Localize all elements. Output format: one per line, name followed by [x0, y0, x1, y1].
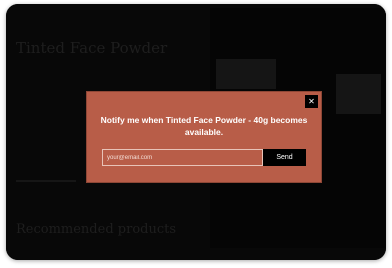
close-button[interactable]: ✕: [305, 95, 318, 108]
window-frame: Tinted Face Powder Recommended products …: [6, 4, 386, 260]
close-icon[interactable]: ✕: [308, 97, 315, 106]
email-field[interactable]: [102, 149, 263, 166]
background-divider: [16, 180, 76, 182]
send-button[interactable]: Send: [263, 149, 306, 166]
notify-modal: ✕ Notify me when Tinted Face Powder - 40…: [86, 91, 322, 183]
background-block: [336, 74, 381, 114]
background-block: [216, 59, 276, 89]
background-section-heading: Recommended products: [16, 222, 177, 237]
modal-title: Notify me when Tinted Face Powder - 40g …: [100, 115, 308, 137]
background-page-title: Tinted Face Powder: [16, 39, 168, 57]
